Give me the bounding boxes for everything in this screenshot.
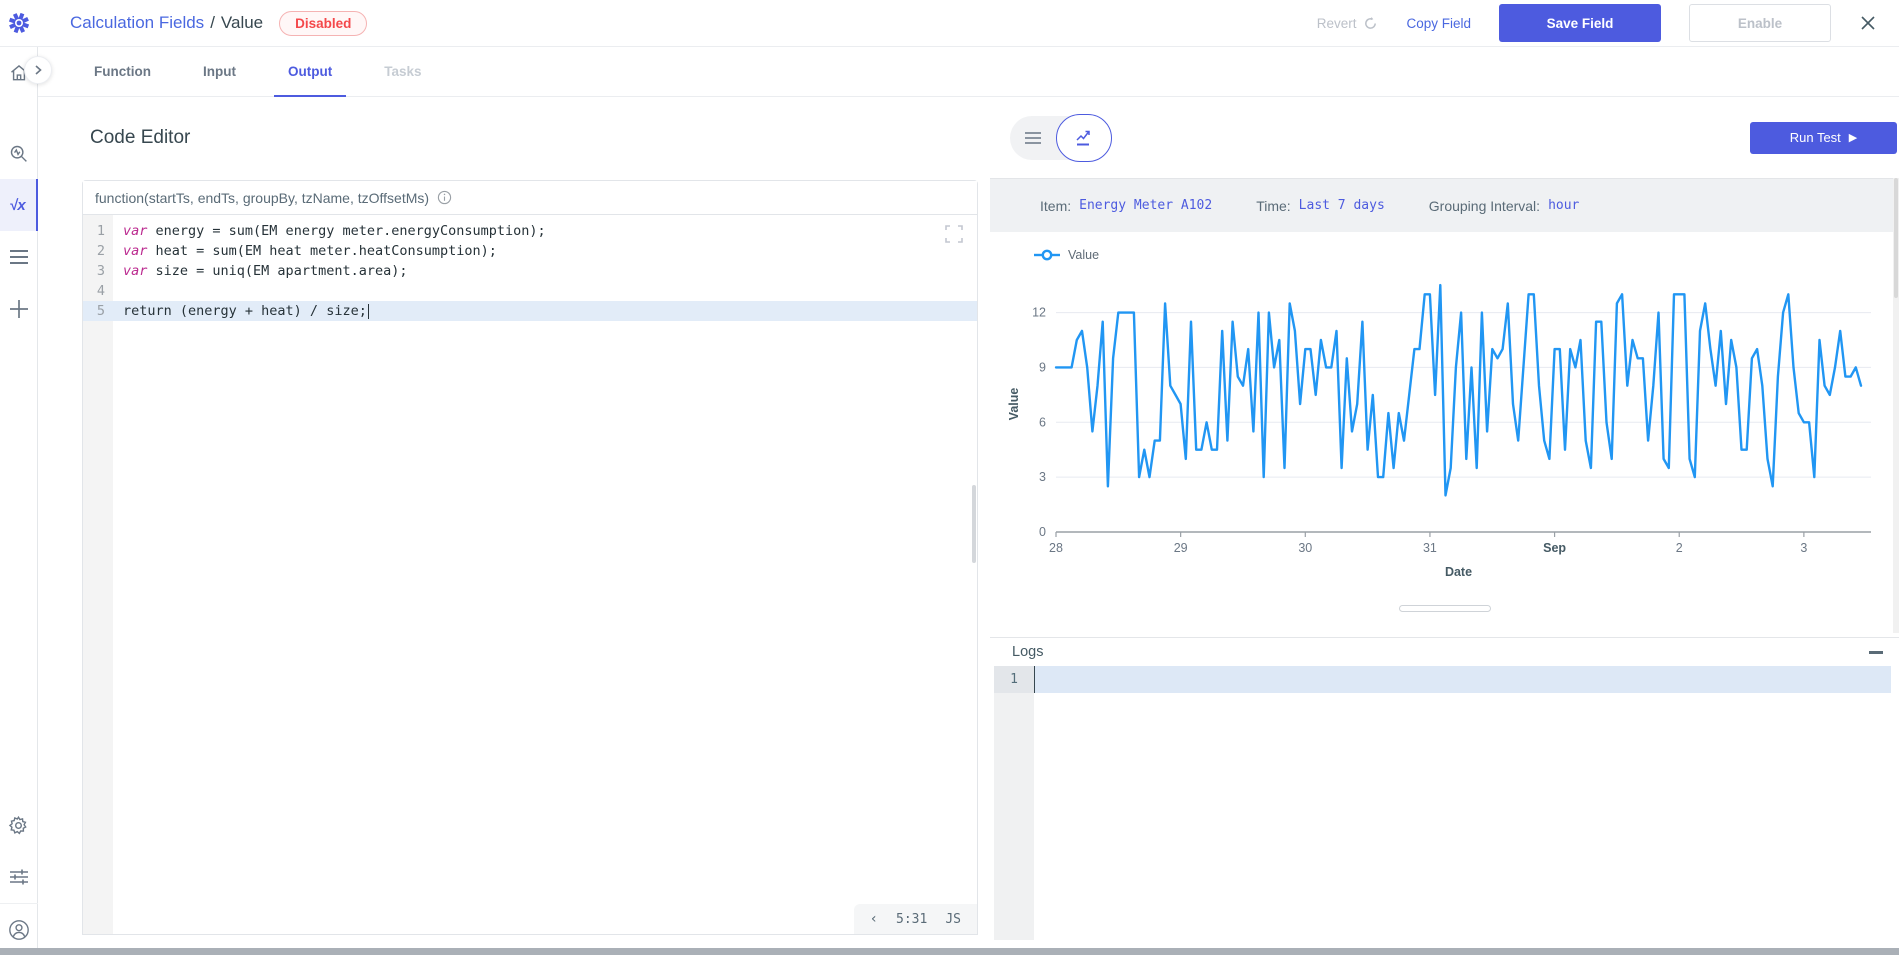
refresh-icon [1363,16,1378,31]
param-grouping-value[interactable]: hour [1548,198,1579,213]
settings-gear-icon[interactable] [0,799,38,851]
close-icon[interactable] [1859,14,1877,32]
logs-section: Logs 1 [990,637,1899,948]
svg-text:3: 3 [1800,541,1807,555]
revert-button[interactable]: Revert [1317,16,1379,31]
splitter-drag-handle[interactable] [1399,605,1491,612]
chevron-right-icon [33,65,43,75]
svg-text:31: 31 [1423,541,1437,555]
svg-text:12: 12 [1032,306,1046,320]
copy-field-button[interactable]: Copy Field [1406,16,1471,31]
tab-output[interactable]: Output [262,47,358,96]
logs-title: Logs [1012,644,1043,660]
code-line-4[interactable]: 4 [83,281,977,301]
app-header: Calculation Fields / Value Disabled Reve… [0,0,1899,47]
editor-scrollbar[interactable] [971,215,977,934]
search-telemetry-icon[interactable] [0,127,38,179]
svg-text:2: 2 [1676,541,1683,555]
chart-view-toggle[interactable] [1056,114,1112,162]
legend-label: Value [1068,248,1099,262]
sliders-icon[interactable] [0,851,38,903]
cursor-position: 5:31 [896,912,927,927]
svg-text:Value: Value [1007,388,1021,421]
editor-scrollbar-thumb[interactable] [972,485,976,563]
list-icon [1024,131,1042,145]
revert-label: Revert [1317,16,1357,31]
svg-text:9: 9 [1039,360,1046,374]
tab-bar: Function Input Output Tasks [38,47,1899,97]
fullscreen-icon[interactable] [945,225,963,243]
legend-marker-icon [1034,249,1060,261]
calculation-fields-icon[interactable]: √x [0,179,38,231]
tab-tasks[interactable]: Tasks [358,47,447,96]
value-chart[interactable]: 0 3 6 9 12 28 29 30 31 Sep 2 3 Date Value [1006,262,1883,597]
function-signature-bar: function(startTs, endTs, groupBy, tzName… [83,181,977,215]
panel-splitter [990,602,1899,616]
breadcrumb-link[interactable]: Calculation Fields [70,13,204,33]
expand-sidebar-button[interactable] [24,56,52,84]
svg-text:6: 6 [1039,415,1046,429]
code-line-1[interactable]: 1 var energy = sum(EM energy meter.energ… [83,221,977,241]
param-item: Item: Energy Meter A102 [1040,198,1212,214]
run-test-button[interactable]: Run Test ▶ [1750,122,1897,154]
svg-text:28: 28 [1049,541,1063,555]
result-toolbar: Run Test ▶ [990,97,1899,178]
legend-item-value[interactable]: Value [1034,248,1883,262]
trend-chart-icon [1074,128,1094,148]
editor-statusbar: ‹ 5:31 JS [854,904,977,934]
code-line-3[interactable]: 3 var size = uniq(EM apartment.area); [83,261,977,281]
menu-icon[interactable] [0,231,38,283]
param-time: Time: Last 7 days [1256,198,1385,214]
save-field-button[interactable]: Save Field [1499,4,1661,42]
svg-text:29: 29 [1174,541,1188,555]
test-pane: Run Test ▶ Item: Energy Meter A102 Time:… [990,97,1899,948]
tab-function[interactable]: Function [68,47,177,96]
tab-input[interactable]: Input [177,47,262,96]
text-cursor [368,304,370,319]
language-badge: JS [945,912,961,927]
statusbar-collapse-icon[interactable]: ‹ [870,911,878,927]
play-icon: ▶ [1849,131,1857,144]
svg-text:3: 3 [1039,470,1046,484]
logs-active-line [1034,666,1891,693]
logs-gutter [994,666,1034,940]
sidebar: √x [0,47,38,955]
breadcrumb-current: Value [221,13,263,33]
horizontal-scrollbar[interactable] [0,948,1899,955]
add-icon[interactable] [0,283,38,335]
code-line-2[interactable]: 2 var heat = sum(EM heat meter.heatConsu… [83,241,977,261]
enable-button[interactable]: Enable [1689,4,1831,42]
chart-card: Value 0 3 6 9 12 28 29 30 31 Sep 2 3 Date Value [990,232,1899,602]
param-time-value[interactable]: Last 7 days [1299,198,1385,213]
param-grouping: Grouping Interval: hour [1429,198,1580,214]
code-editor-pane: Code Editor function(startTs, endTs, gro… [38,97,990,955]
breadcrumb: Calculation Fields / Value [70,13,263,33]
code-area[interactable]: 1 var energy = sum(EM energy meter.energ… [83,215,977,934]
svg-text:30: 30 [1298,541,1312,555]
view-toggle [1010,116,1112,160]
test-params-row: Item: Energy Meter A102 Time: Last 7 day… [990,178,1899,232]
line-number-gutter [83,215,113,934]
results-scrollbar[interactable] [1893,178,1899,633]
svg-text:Date: Date [1445,565,1472,579]
svg-text:Sep: Sep [1543,541,1566,555]
param-item-value[interactable]: Energy Meter A102 [1079,198,1212,213]
info-icon[interactable] [437,190,452,205]
app-logo-icon [7,11,31,35]
code-editor: function(startTs, endTs, groupBy, tzName… [82,180,978,935]
results-scrollbar-thumb[interactable] [1894,178,1898,298]
table-view-toggle[interactable] [1010,116,1056,160]
collapse-logs-icon[interactable] [1869,651,1883,654]
breadcrumb-separator: / [210,13,215,33]
code-editor-title: Code Editor [90,127,990,149]
logs-editor[interactable]: 1 [990,666,1899,948]
code-line-5[interactable]: 5 return (energy + heat) / size; [83,301,977,321]
function-signature: function(startTs, endTs, groupBy, tzName… [95,190,429,206]
logs-line-1[interactable]: 1 [994,666,1891,693]
svg-text:0: 0 [1039,525,1046,539]
status-badge: Disabled [279,11,367,36]
